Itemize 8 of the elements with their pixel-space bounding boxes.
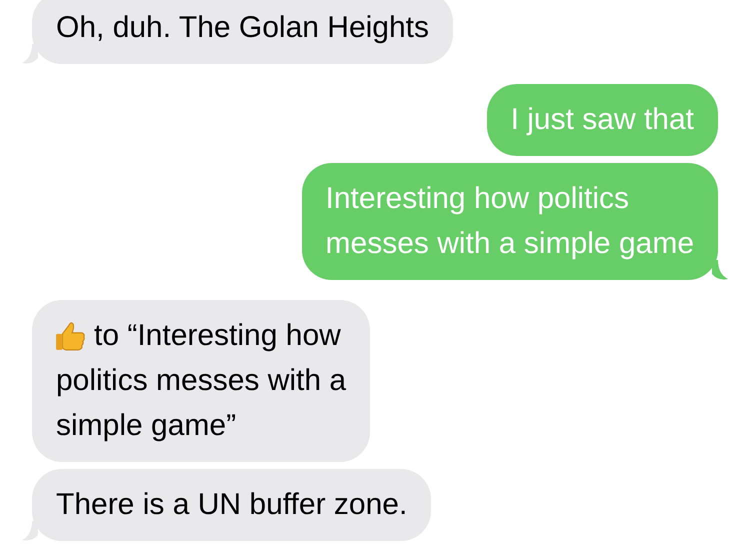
message-text: Interesting how politics messes with a simple game: [326, 182, 694, 260]
message-text: I just saw that: [510, 103, 694, 136]
reaction-text: to “Interesting how: [94, 318, 341, 354]
thumbs-up-icon: [56, 320, 85, 350]
message-text: There is a UN buffer zone.: [56, 488, 408, 521]
reaction-text: simple game”: [56, 408, 238, 444]
reaction-text: politics messes with a: [56, 363, 346, 399]
message-text: Oh, duh. The Golan Heights: [56, 11, 430, 44]
